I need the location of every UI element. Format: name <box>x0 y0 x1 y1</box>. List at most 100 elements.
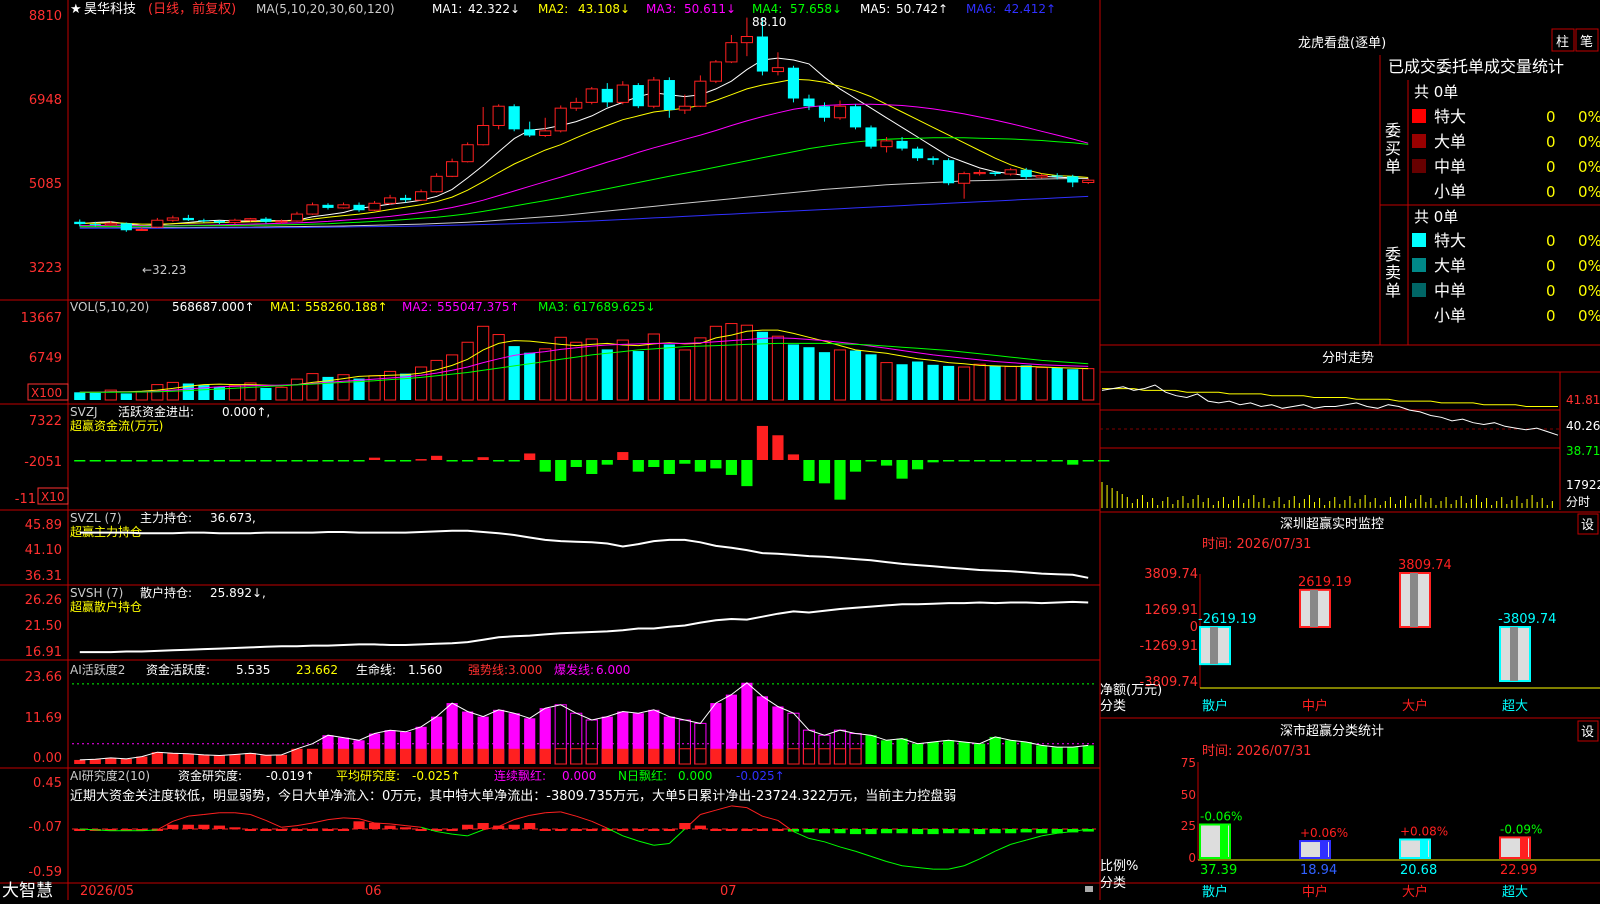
activity-base[interactable] <box>384 748 396 764</box>
fund-flow-bar[interactable] <box>1098 460 1110 462</box>
activity-base[interactable] <box>849 748 862 765</box>
volume-bar[interactable] <box>508 346 520 400</box>
fund-flow-bar[interactable] <box>679 460 691 464</box>
fund-flow-bar[interactable] <box>694 460 706 472</box>
activity-base[interactable] <box>524 748 536 764</box>
research-bar[interactable] <box>368 823 381 829</box>
candle-down[interactable] <box>322 204 334 208</box>
candle-down[interactable] <box>213 221 225 223</box>
candle-down[interactable] <box>849 106 862 128</box>
research-bar[interactable] <box>260 829 272 831</box>
activity-base[interactable] <box>431 748 443 764</box>
activity-bar[interactable] <box>1067 747 1079 764</box>
candle-up[interactable] <box>151 219 164 228</box>
volume-bar[interactable] <box>260 387 272 400</box>
activity-bar[interactable] <box>1051 747 1063 764</box>
volume-bar[interactable] <box>89 392 101 400</box>
candle-up[interactable] <box>647 79 660 107</box>
fund-flow-bar[interactable] <box>1036 460 1048 462</box>
fund-flow-bar[interactable] <box>322 460 334 462</box>
candle-down[interactable] <box>927 158 939 161</box>
research-bar[interactable] <box>880 829 893 834</box>
activity-base[interactable] <box>741 748 753 764</box>
fund-flow-bar[interactable] <box>260 460 272 462</box>
volume-bar[interactable] <box>989 365 1001 400</box>
fund-flow-bar[interactable] <box>586 460 598 474</box>
volume-bar[interactable] <box>585 338 598 401</box>
activity-bar[interactable] <box>927 742 939 764</box>
fund-flow-bar[interactable] <box>865 460 877 462</box>
activity-base[interactable] <box>244 753 257 764</box>
volume-bar[interactable] <box>477 325 490 401</box>
fund-flow-bar[interactable] <box>974 460 986 462</box>
candle-down[interactable] <box>74 221 86 225</box>
lock-icon[interactable] <box>1085 886 1093 892</box>
activity-bar[interactable] <box>802 729 816 765</box>
intraday-plot[interactable] <box>1101 384 1559 508</box>
fund-flow-bar[interactable] <box>555 460 567 481</box>
activity-base[interactable] <box>229 754 241 764</box>
fund-flow-bar[interactable] <box>849 460 862 472</box>
volume-bar[interactable] <box>290 378 304 401</box>
candle-up[interactable] <box>973 171 986 175</box>
research-bar[interactable] <box>446 829 458 831</box>
fund-flow-bar[interactable] <box>182 460 194 462</box>
activity-base[interactable] <box>508 748 520 764</box>
activity-base[interactable] <box>585 748 598 765</box>
research-bar[interactable] <box>663 829 675 831</box>
candle-up[interactable] <box>430 175 443 193</box>
activity-base[interactable] <box>353 748 365 764</box>
activity-base[interactable] <box>570 748 583 765</box>
fund-flow-bar[interactable] <box>337 460 350 462</box>
volume-bar[interactable] <box>430 359 443 401</box>
fund-flow-bar[interactable] <box>89 460 101 462</box>
research-bar[interactable] <box>958 829 970 834</box>
research-bar[interactable] <box>1020 829 1032 833</box>
activity-base[interactable] <box>89 759 101 764</box>
candle-up[interactable] <box>539 130 552 136</box>
candle-up[interactable] <box>306 204 319 215</box>
activity-base[interactable] <box>694 748 707 765</box>
research-bar[interactable] <box>974 829 986 835</box>
volume-bar[interactable] <box>896 364 908 400</box>
fund-flow-bar[interactable] <box>896 460 908 479</box>
fund-flow-bar[interactable] <box>632 460 644 472</box>
research-bar[interactable] <box>322 829 334 831</box>
activity-bar[interactable] <box>911 743 924 764</box>
fund-flow-bar[interactable] <box>524 453 536 460</box>
research-bar[interactable] <box>865 829 877 835</box>
candle-down[interactable] <box>260 218 272 222</box>
volume-bar[interactable] <box>880 362 893 401</box>
volume-bar[interactable] <box>787 344 800 400</box>
activity-base[interactable] <box>725 748 737 764</box>
fund-flow-bar[interactable] <box>151 460 163 462</box>
research-bar[interactable] <box>725 829 737 831</box>
sz-monitor-plot[interactable]: -2619.19 散户 2619.19 中户 3809.74 大户 -3809.74 超大 <box>1198 558 1600 714</box>
activity-bar[interactable] <box>554 704 567 765</box>
volume-bar[interactable] <box>306 373 319 401</box>
candle-down[interactable] <box>120 223 132 231</box>
volume-bar[interactable] <box>663 344 675 400</box>
candle-down[interactable] <box>787 67 800 99</box>
research-bar[interactable] <box>570 829 582 831</box>
research-bar[interactable] <box>353 821 365 829</box>
fund-flow-bar[interactable] <box>368 457 381 460</box>
volume-bar[interactable] <box>616 339 629 401</box>
research-bar[interactable] <box>989 829 1001 834</box>
candle-up[interactable] <box>958 173 971 184</box>
activity-base[interactable] <box>477 748 489 764</box>
candle-down[interactable] <box>524 129 536 136</box>
research-bar[interactable] <box>291 829 303 831</box>
research-bar[interactable] <box>167 824 179 829</box>
activity-bar[interactable] <box>1036 745 1048 764</box>
activity-bar[interactable] <box>880 740 893 764</box>
candle-up[interactable] <box>166 217 179 221</box>
volume-bar[interactable] <box>943 365 955 400</box>
volume-bar[interactable] <box>740 324 753 401</box>
candle-down[interactable] <box>89 224 101 226</box>
activity-base[interactable] <box>648 748 660 764</box>
activity-base[interactable] <box>368 748 381 764</box>
research-bar[interactable] <box>896 829 908 834</box>
research-bar[interactable] <box>741 829 753 831</box>
research-bar[interactable] <box>477 823 489 829</box>
